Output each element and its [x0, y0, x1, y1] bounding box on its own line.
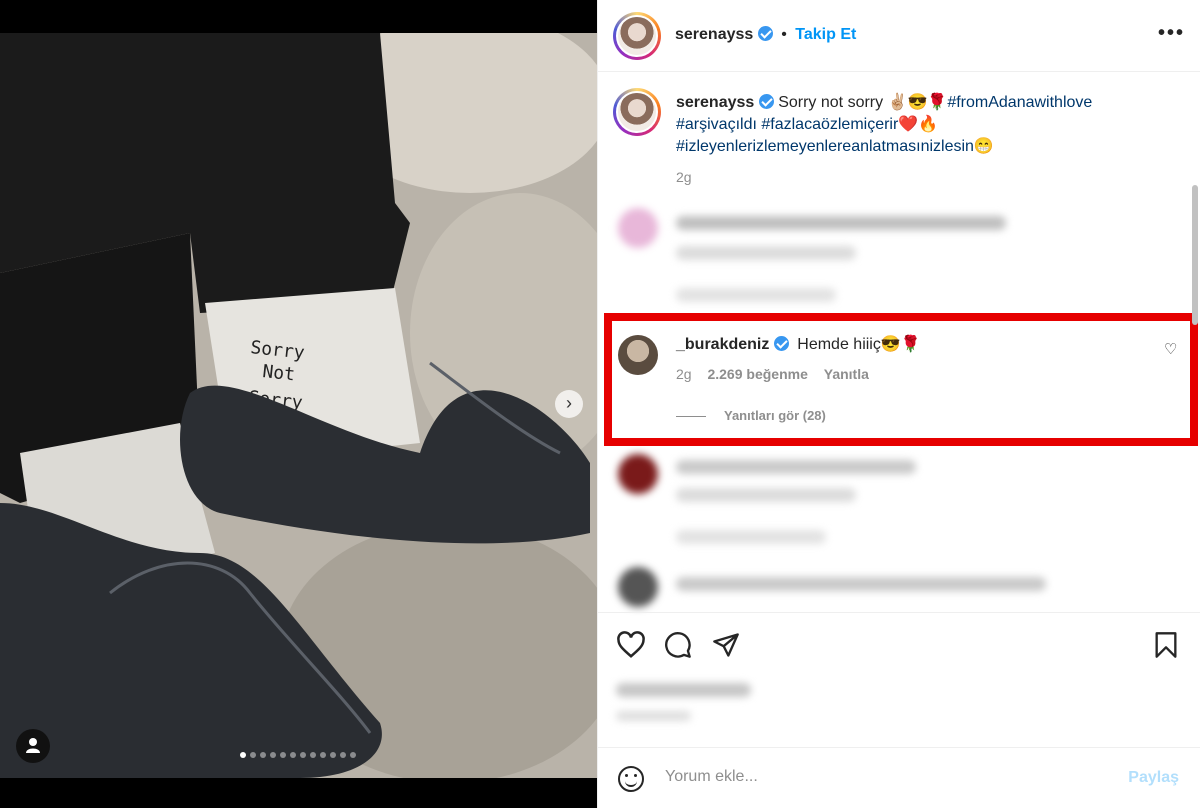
caption-body: Sorry not sorry ✌🏼😎🌹 [778, 94, 948, 111]
carousel-dot [290, 752, 296, 758]
root: Sorry Not Sorry › serenayss • Takip Et •… [0, 0, 1200, 808]
blurred-text [676, 460, 916, 474]
caption-emoji: ❤️🔥 [898, 116, 939, 133]
post-header: serenayss • Takip Et ••• [598, 0, 1200, 72]
verified-icon [757, 26, 773, 41]
carousel-dot [330, 752, 336, 758]
carousel-dots [240, 752, 356, 758]
caption-emoji: 😁 [973, 138, 994, 155]
hashtag[interactable]: #izleyenlerizlemeyenlereanlatmasınizlesi… [676, 138, 974, 155]
comment-blurred [598, 565, 1200, 610]
carousel-dot [250, 752, 256, 758]
caption-time[interactable]: 2g [676, 166, 1176, 188]
commenter-avatar [618, 567, 658, 607]
post-photo[interactable]: Sorry Not Sorry [0, 33, 597, 778]
post-comment-button[interactable]: Paylaş [1128, 769, 1179, 787]
bookmark-icon[interactable] [1154, 631, 1178, 659]
follow-button[interactable]: Takip Et [795, 26, 856, 43]
blurred-text [676, 530, 826, 544]
blurred-text [676, 488, 856, 502]
comment-icon[interactable] [664, 631, 692, 659]
emoji-icon[interactable] [618, 766, 644, 792]
blurred-text [676, 288, 836, 302]
commenter-avatar [618, 454, 658, 494]
carousel-dot [300, 752, 306, 758]
hashtag[interactable]: #arşivaçıldı [676, 116, 757, 133]
blurred-text [676, 246, 856, 260]
photo-illustration: Sorry Not Sorry [0, 33, 597, 778]
caption-text: serenayss Sorry not sorry ✌🏼😎🌹#fromAdana… [676, 92, 1176, 188]
commenter-avatar [618, 208, 658, 248]
svg-text:Not: Not [261, 361, 296, 385]
more-options-icon[interactable]: ••• [1158, 22, 1185, 45]
comment-input[interactable] [665, 768, 1105, 786]
carousel-dot [280, 752, 286, 758]
author-username[interactable]: serenayss [675, 26, 753, 43]
carousel-dot [310, 752, 316, 758]
next-slide-button[interactable]: › [555, 390, 583, 418]
blurred-text [616, 683, 751, 697]
hashtag[interactable]: #fazlacaözlemiçerir [761, 116, 898, 133]
header-user-row: serenayss • Takip Et [675, 26, 856, 44]
separator-dot: • [781, 26, 787, 43]
comment-blurred [598, 450, 1200, 550]
carousel-dot [240, 752, 246, 758]
post-caption: serenayss Sorry not sorry ✌🏼😎🌹#fromAdana… [598, 72, 1200, 192]
blurred-text [676, 216, 1006, 230]
user-tag-button[interactable] [16, 729, 50, 763]
carousel-dot [320, 752, 326, 758]
blurred-text [676, 577, 1046, 591]
carousel-dot [340, 752, 346, 758]
post-panel: serenayss • Takip Et ••• serenayss Sorry… [597, 0, 1200, 808]
verified-icon [758, 94, 774, 109]
add-comment-bar: Paylaş [598, 747, 1200, 808]
person-icon [26, 738, 40, 753]
blurred-text [616, 711, 691, 721]
caption-avatar[interactable] [613, 88, 661, 136]
comments-scrollbar[interactable] [1192, 185, 1198, 325]
heart-icon[interactable] [616, 631, 646, 659]
author-avatar[interactable] [613, 12, 661, 60]
carousel-dot [350, 752, 356, 758]
carousel-dot [270, 752, 276, 758]
post-actions [598, 612, 1200, 747]
post-media: Sorry Not Sorry › [0, 0, 597, 808]
comment-blurred [598, 200, 1200, 310]
carousel-dot [260, 752, 266, 758]
hashtag[interactable]: #fromAdanawithlove [947, 94, 1092, 111]
highlight-box [604, 313, 1198, 446]
share-icon[interactable] [712, 631, 740, 659]
caption-username[interactable]: serenayss [676, 94, 754, 111]
